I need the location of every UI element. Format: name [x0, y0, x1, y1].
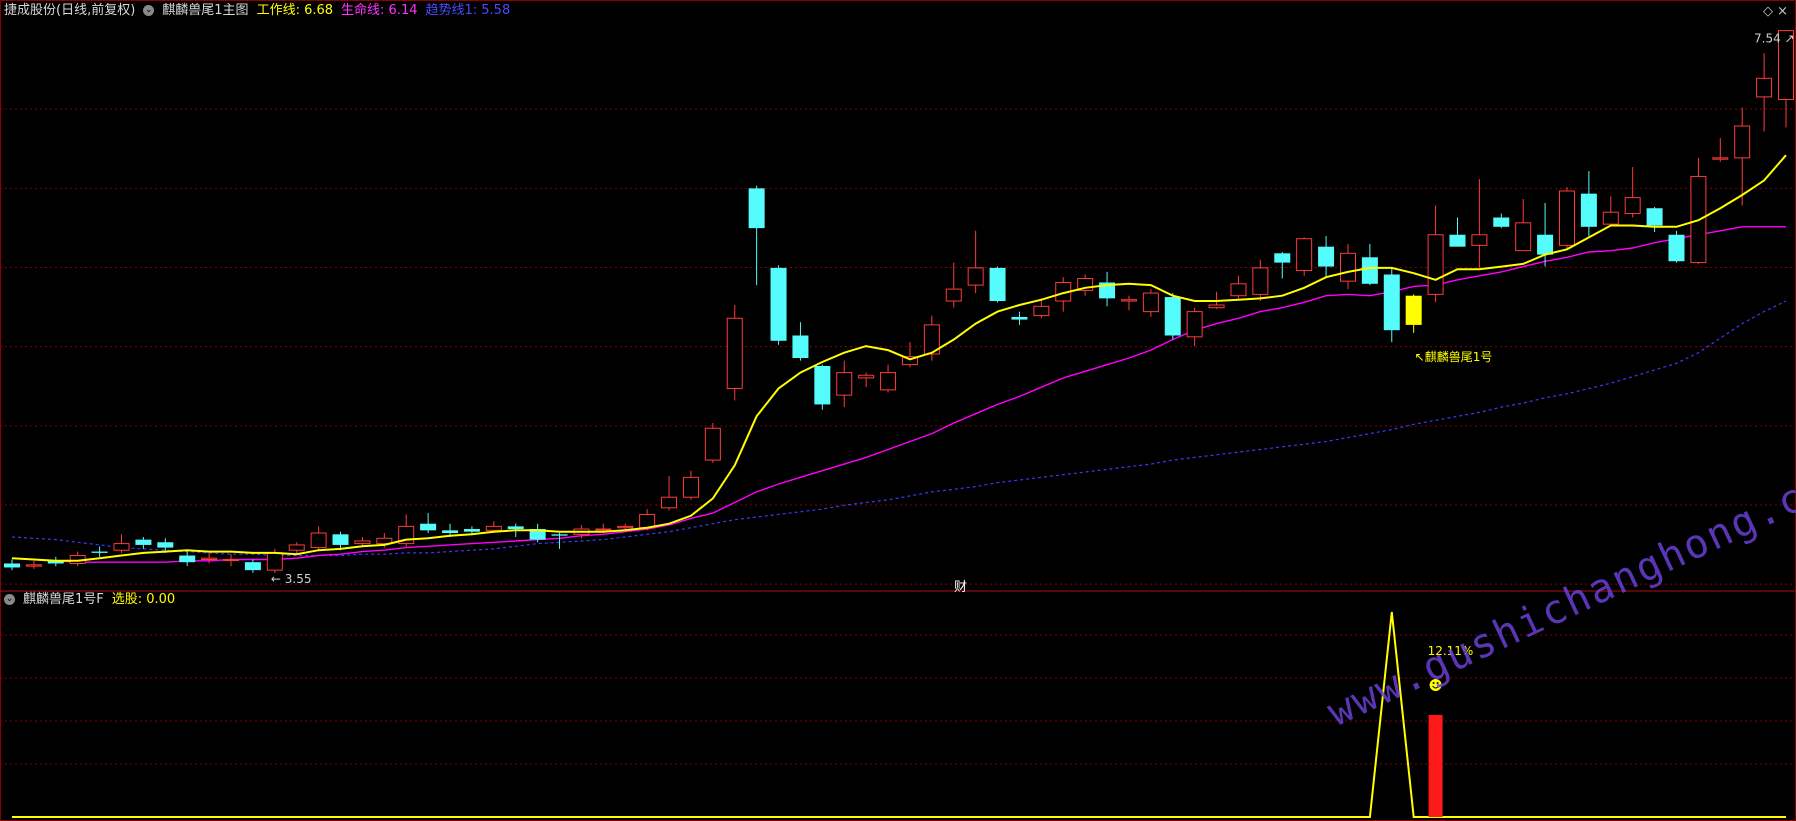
candle-body — [1274, 253, 1291, 263]
candle-body — [310, 532, 327, 549]
diamond-icon[interactable]: ◇ — [1763, 4, 1773, 19]
candle-body — [1296, 238, 1313, 272]
candle-body — [157, 542, 174, 548]
work-line — [11, 154, 1787, 562]
candle-body — [1558, 190, 1575, 246]
candle-body — [858, 374, 875, 379]
candle-body — [1515, 222, 1532, 252]
signal-bar — [1428, 715, 1443, 817]
candle-body — [179, 555, 196, 563]
corner-icons: ◇ × — [1763, 4, 1788, 19]
life-line-value: 生命线: 6.14 — [341, 3, 418, 18]
finance-marker[interactable]: 财 — [954, 576, 967, 595]
candle-body — [113, 543, 130, 551]
trend-line-value: 趋势线1: 5.58 — [425, 3, 511, 18]
candle-body — [507, 526, 524, 530]
candle-body — [1208, 304, 1225, 309]
chart-frame — [0, 0, 1796, 821]
candle-body — [880, 372, 897, 391]
candle-body — [1339, 252, 1356, 282]
candle-body — [485, 525, 502, 531]
signal-label: ↖麒麟兽尾1号 — [1415, 349, 1493, 364]
indicator-name[interactable]: 麒麟兽尾1主图 — [162, 3, 248, 18]
candle-body — [442, 530, 459, 533]
candle-body — [201, 557, 218, 561]
collapse-icon-sub[interactable]: ⌄ — [4, 594, 15, 605]
candle-body — [792, 335, 809, 359]
candle-body — [135, 539, 152, 545]
stock-title: 捷成股份(日线,前复权) — [4, 3, 136, 18]
candle-body — [595, 528, 612, 531]
candle-body — [814, 365, 831, 405]
candle-body — [1186, 311, 1203, 338]
candle-body — [1668, 234, 1685, 262]
candle-body — [420, 523, 437, 531]
candle-body — [1361, 257, 1378, 284]
candle-body — [989, 267, 1006, 302]
candle-body — [639, 513, 656, 529]
candle-body — [1318, 246, 1335, 267]
candle-body — [1164, 297, 1181, 336]
sub-indicator-name[interactable]: 麒麟兽尾1号F — [23, 592, 104, 607]
candle-body — [223, 559, 240, 562]
sub-header: ⌄ 麒麟兽尾1号F 选股: 0.00 — [4, 592, 183, 608]
min-price-label: ← 3.55 — [271, 572, 312, 586]
candle-body — [1756, 77, 1773, 98]
candle-body — [1405, 295, 1422, 325]
candle-body — [1427, 234, 1444, 295]
candle-body — [1537, 234, 1554, 255]
candle-body — [1383, 274, 1400, 331]
candle-body — [661, 496, 678, 509]
candle-body — [945, 288, 962, 302]
candle-body — [1471, 234, 1488, 246]
kline-chart[interactable]: 7.54 ↗← 3.55↖麒麟兽尾1号12.11% — [0, 0, 1796, 821]
candle-body — [617, 525, 634, 529]
candle-body — [704, 427, 721, 461]
candle-body — [25, 564, 42, 567]
candle-body — [354, 540, 371, 545]
trend-line — [11, 300, 1787, 557]
select-value: 选股: 0.00 — [111, 592, 176, 607]
candle-body — [748, 188, 765, 229]
collapse-icon[interactable]: ⌄ — [143, 5, 155, 16]
max-price-label: 7.54 ↗ — [1754, 32, 1795, 46]
candle-body — [1712, 157, 1729, 160]
candle-body — [1142, 292, 1159, 313]
life-line — [11, 226, 1786, 563]
candle-body — [244, 562, 261, 571]
candle-body — [1252, 267, 1269, 295]
candle-body — [1230, 283, 1247, 297]
close-icon[interactable]: × — [1777, 4, 1788, 19]
candle-body — [836, 372, 853, 396]
candle-body — [266, 552, 283, 571]
candle-body — [551, 534, 568, 536]
candle-body — [726, 317, 743, 390]
candle-body — [770, 267, 787, 341]
candle-body — [1646, 208, 1663, 226]
candle-body — [1033, 305, 1050, 317]
candle-body — [91, 551, 108, 553]
candle-body — [1493, 217, 1510, 227]
main-header: 捷成股份(日线,前复权) ⌄ 麒麟兽尾1主图 工作线: 6.68 生命线: 6.14 趋势… — [4, 3, 518, 19]
candle-body — [682, 476, 699, 498]
candle-body — [1580, 193, 1597, 227]
candle-body — [332, 534, 349, 545]
candle-body — [1734, 125, 1751, 159]
candle-body — [967, 267, 984, 286]
work-line-value: 工作线: 6.68 — [256, 3, 334, 18]
candle-body — [463, 529, 480, 532]
candle-body — [1624, 197, 1641, 215]
candle-body — [4, 563, 20, 568]
candle-body — [1011, 316, 1028, 320]
candle-body — [1449, 234, 1466, 247]
candle-body — [288, 544, 305, 551]
candle-body — [1120, 299, 1137, 302]
candle-body — [1602, 211, 1619, 225]
